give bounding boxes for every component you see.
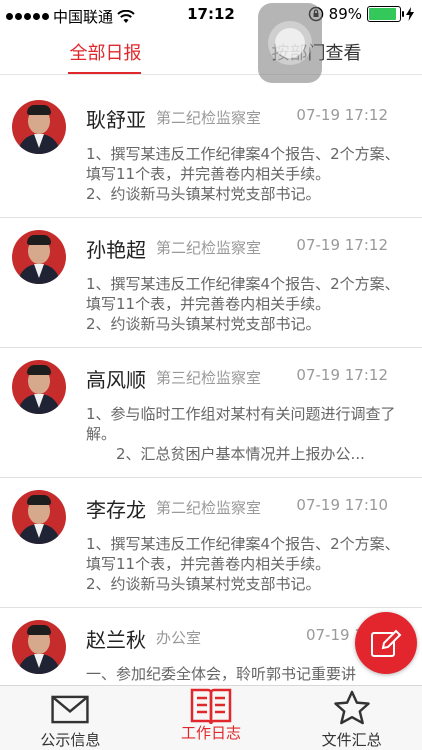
list-item[interactable]: 李存龙 第二纪检监察室 07-19 17:10 1、撰写某违反工作纪律案4个报告…	[0, 478, 422, 608]
timestamp: 07-19 17:12	[296, 236, 388, 254]
author-name: 耿舒亚	[86, 108, 146, 132]
timestamp: 07-19 17:10	[296, 496, 388, 514]
nav-work-log[interactable]: 工作日志	[141, 686, 282, 750]
report-content: 1、撰写某违反工作纪律案4个报告、2个方案、填写11个表，并完善卷内相关手续。 …	[86, 144, 406, 204]
nav-public-info[interactable]: 公示信息	[0, 686, 141, 750]
battery-fill	[369, 8, 396, 20]
report-line: 2、约谈新马头镇某村党支部书记。	[86, 315, 321, 333]
report-content: 一、参加纪委全体会，聆听郭书记重要讲	[86, 664, 406, 684]
department-label: 第三纪检监察室	[156, 369, 262, 387]
compose-report-button[interactable]	[355, 612, 417, 674]
author-name: 孙艳超	[86, 238, 146, 262]
report-line: 1、撰写某违反工作纪律案4个报告、2个方案、填写11个表，并完善卷内相关手续。	[86, 145, 400, 183]
book-icon	[190, 688, 232, 725]
author-name: 高风顺	[86, 368, 146, 392]
timestamp: 07-19 17:12	[296, 366, 388, 384]
report-content: 1、撰写某违反工作纪律案4个报告、2个方案、填写11个表，并完善卷内相关手续。 …	[86, 534, 406, 594]
tab-all-reports[interactable]: 全部日报	[0, 30, 211, 74]
author-name: 李存龙	[86, 498, 146, 522]
nav-label: 公示信息	[40, 731, 101, 749]
nav-label: 文件汇总	[321, 731, 382, 749]
department-label: 办公室	[156, 629, 202, 647]
report-content: 1、撰写某违反工作纪律案4个报告、2个方案、填写11个表，并完善卷内相关手续。 …	[86, 274, 406, 334]
nav-label: 工作日志	[181, 724, 242, 742]
charging-icon	[406, 7, 414, 21]
department-label: 第二纪检监察室	[156, 239, 262, 257]
department-label: 第二纪检监察室	[156, 499, 262, 517]
avatar	[12, 100, 66, 154]
report-line: 一、参加纪委全体会，聆听郭书记重要讲	[86, 665, 357, 683]
avatar	[12, 620, 66, 674]
tab-bar: 全部日报 按部门查看	[0, 30, 422, 75]
avatar	[12, 230, 66, 284]
battery-icon	[367, 6, 404, 22]
report-line: 1、参与临时工作组对某村有关问题进行调查了解。	[86, 405, 396, 443]
report-line: 2、汇总贫困户基本情况并上报办公...	[116, 445, 365, 463]
status-right: 89%	[308, 5, 414, 23]
department-label: 第二纪检监察室	[156, 109, 262, 127]
bottom-nav: 公示信息 工作日志 文件汇总	[0, 685, 422, 750]
status-bar: 中国联通 17:12 89%	[0, 0, 422, 30]
author-name: 赵兰秋	[86, 628, 146, 652]
list-item[interactable]: 耿舒亚 第二纪检监察室 07-19 17:12 1、撰写某违反工作纪律案4个报告…	[0, 88, 422, 218]
assistive-touch-button[interactable]	[258, 3, 322, 83]
avatar	[12, 360, 66, 414]
pencil-icon	[371, 629, 402, 657]
report-line: 1、撰写某违反工作纪律案4个报告、2个方案、填写11个表，并完善卷内相关手续。	[86, 535, 400, 573]
nav-files[interactable]: 文件汇总	[281, 686, 422, 750]
mail-icon	[51, 695, 89, 724]
report-line: 2、约谈新马头镇某村党支部书记。	[86, 185, 321, 203]
star-icon	[333, 690, 370, 725]
report-line: 2、约谈新马头镇某村党支部书记。	[86, 575, 321, 593]
list-item[interactable]: 孙艳超 第二纪检监察室 07-19 17:12 1、撰写某违反工作纪律案4个报告…	[0, 218, 422, 348]
report-line: 1、撰写某违反工作纪律案4个报告、2个方案、填写11个表，并完善卷内相关手续。	[86, 275, 400, 313]
report-content: 1、参与临时工作组对某村有关问题进行调查了解。 2、汇总贫困户基本情况并上报办公…	[86, 404, 406, 464]
avatar	[12, 490, 66, 544]
battery-percent: 89%	[328, 5, 362, 23]
timestamp: 07-19 17:12	[296, 106, 388, 124]
assistive-touch-icon	[268, 21, 312, 65]
list-item[interactable]: 高风顺 第三纪检监察室 07-19 17:12 1、参与临时工作组对某村有关问题…	[0, 348, 422, 478]
